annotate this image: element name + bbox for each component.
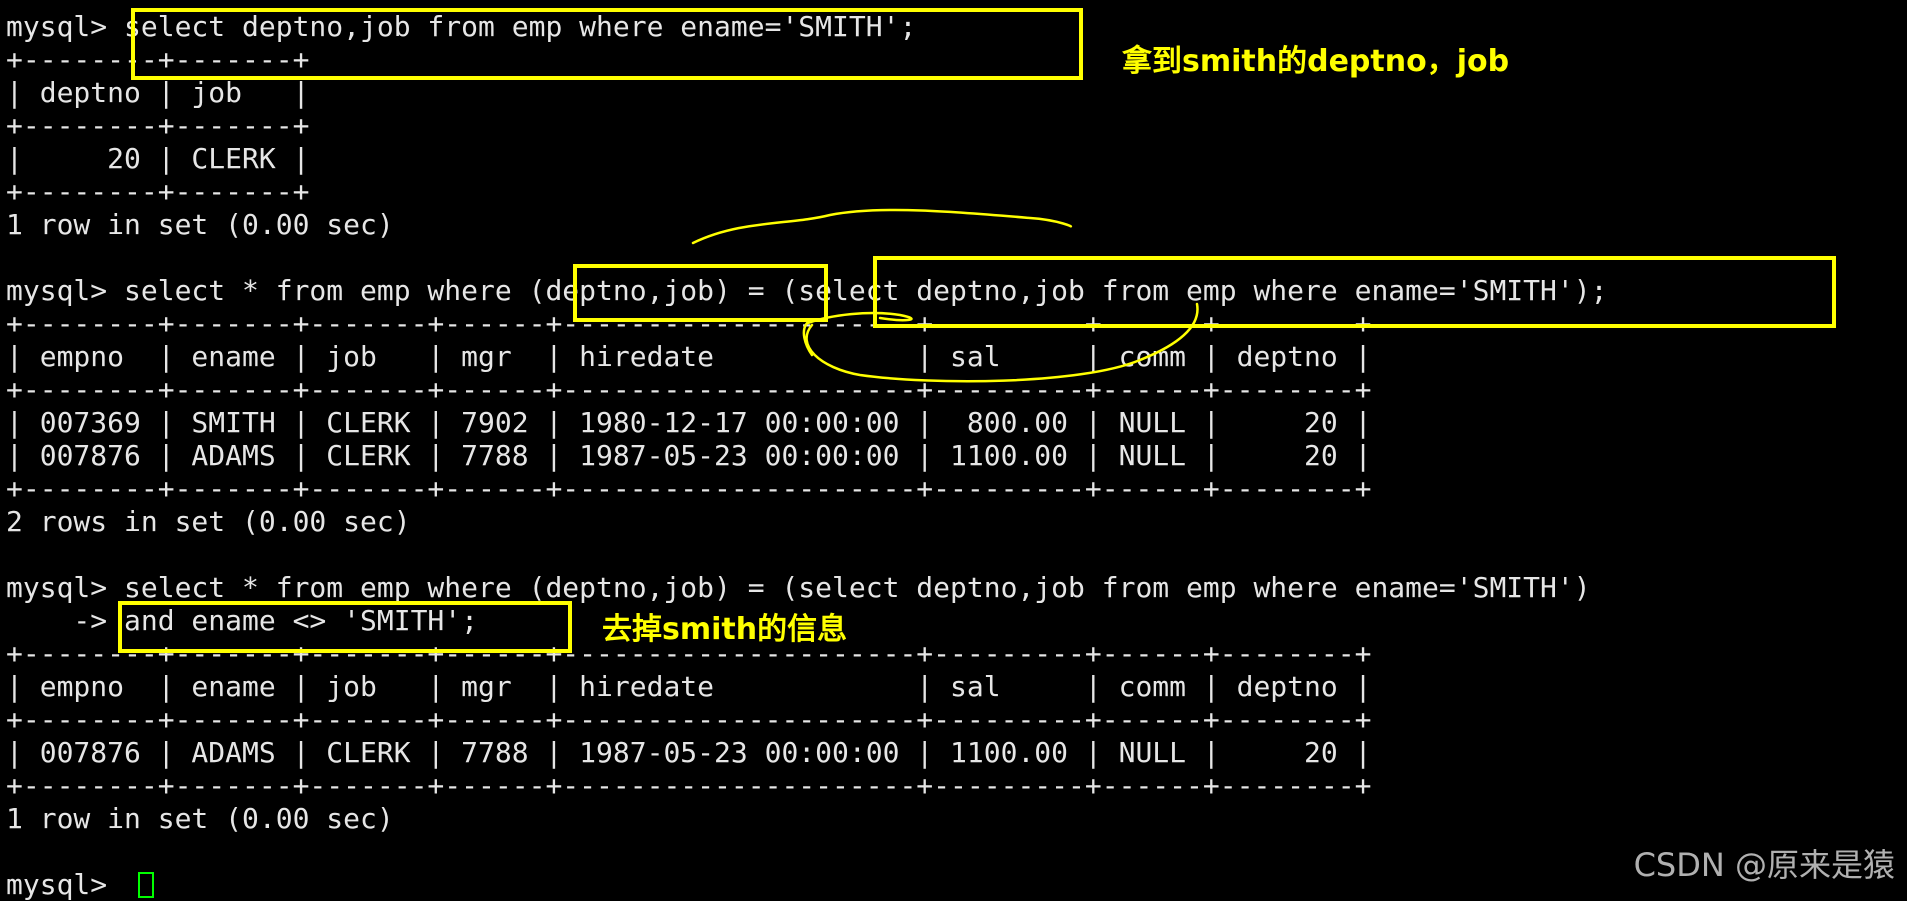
annotation-note-exclude-smith: 去掉smith的信息 <box>602 612 848 647</box>
annotation-note-get-deptno-job: 拿到smith的deptno，job <box>1122 44 1510 79</box>
handwritten-arrow-icon <box>691 208 1199 383</box>
watermark: CSDN @原来是猿 <box>1633 846 1895 884</box>
